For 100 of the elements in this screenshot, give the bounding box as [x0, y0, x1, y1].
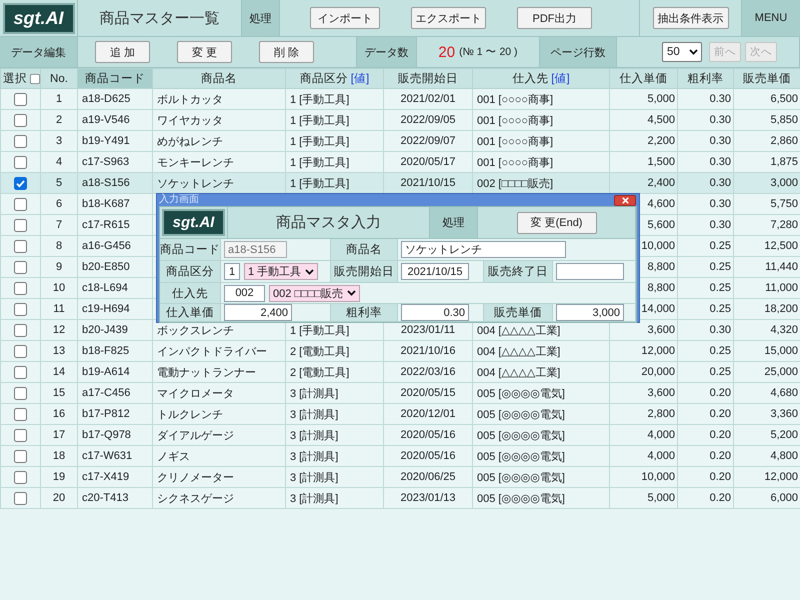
- row-checkbox[interactable]: [14, 428, 27, 442]
- table-cell: 0.30: [678, 194, 734, 214]
- table-cell: 002 [□□□□販売]: [472, 172, 610, 194]
- row-checkbox[interactable]: [14, 366, 27, 378]
- row-checkbox[interactable]: [14, 344, 27, 358]
- filter-button[interactable]: 抽出条件表示: [652, 7, 728, 29]
- table-cell: 2 [電動工具]: [286, 340, 384, 362]
- table-cell: 4,680: [734, 382, 800, 404]
- input-field[interactable]: ソケットレンチ: [401, 241, 566, 258]
- record-range: (№ 1 〜 20 ): [459, 45, 518, 59]
- table-cell: 10: [40, 278, 78, 298]
- input-field[interactable]: 3,000: [556, 304, 624, 321]
- input-field[interactable]: 2,400: [224, 304, 292, 321]
- row-checkbox[interactable]: [14, 198, 27, 210]
- row-checkbox[interactable]: [14, 240, 27, 252]
- table-cell: 8: [40, 236, 78, 256]
- input-field[interactable]: 0.30: [401, 304, 469, 321]
- field-label: 商品コード: [160, 239, 221, 261]
- row-checkbox[interactable]: [14, 218, 27, 232]
- row-checkbox[interactable]: [14, 324, 27, 336]
- table-cell: 001 [○○○○商事]: [472, 152, 610, 172]
- table-cell: 電動ナットランナー: [152, 362, 286, 382]
- select-all-checkbox[interactable]: [30, 74, 40, 84]
- row-checkbox[interactable]: [14, 408, 27, 420]
- close-button[interactable]: [614, 194, 636, 206]
- table-cell: 3 [計測具]: [286, 446, 384, 466]
- column-title: 商品区分: [300, 73, 348, 85]
- toolbar-button[interactable]: PDF出力: [517, 7, 592, 29]
- input-field[interactable]: 002: [224, 284, 265, 302]
- row-checkbox[interactable]: [14, 114, 27, 126]
- table-cell: 5,750: [734, 194, 800, 214]
- row-checkbox[interactable]: [14, 176, 27, 190]
- column-header[interactable]: 販売単価: [734, 68, 800, 88]
- row-checkbox[interactable]: [14, 386, 27, 400]
- input-field[interactable]: 1: [224, 263, 240, 280]
- edit-button[interactable]: 追 加: [95, 41, 150, 63]
- caret-icon: [305, 268, 314, 274]
- edit-button[interactable]: 削 除: [259, 41, 314, 63]
- table-cell: 12: [40, 320, 78, 340]
- section-label: 処理: [430, 207, 478, 238]
- table-cell: 12,000: [610, 340, 678, 362]
- table-cell: 3 [計測具]: [286, 404, 384, 424]
- field-label: 販売単価: [484, 304, 553, 322]
- column-header[interactable]: 商品名: [152, 68, 286, 88]
- table-cell: 2020/12/01: [384, 404, 472, 424]
- column-header[interactable]: 仕入単価: [610, 68, 678, 88]
- row-checkbox[interactable]: [14, 134, 27, 148]
- table-cell: 2: [40, 110, 78, 130]
- column-header[interactable]: 商品コード: [78, 68, 152, 88]
- submit-button[interactable]: 変 更(End): [516, 212, 596, 234]
- dialog-title: 入力画面: [159, 194, 199, 206]
- row-checkbox[interactable]: [14, 470, 27, 484]
- edit-button[interactable]: 変 更: [177, 41, 232, 63]
- row-checkbox[interactable]: [14, 282, 27, 294]
- table-cell: a17-C456: [78, 382, 152, 404]
- table-cell: 2,200: [610, 130, 678, 152]
- table-cell: 1 [手動工具]: [286, 152, 384, 172]
- input-field[interactable]: [556, 263, 624, 280]
- table-cell: 18,200: [734, 298, 800, 320]
- table-cell: 12,000: [734, 466, 800, 488]
- table-cell: 2020/05/16: [384, 446, 472, 466]
- table-cell: 005 [◎◎◎◎電気]: [472, 488, 610, 508]
- column-header[interactable]: 商品区分 [値]: [286, 68, 384, 88]
- column-header[interactable]: 仕入先 [値]: [472, 68, 610, 88]
- table-cell: 6: [40, 194, 78, 214]
- table-cell: 3 [計測具]: [286, 488, 384, 508]
- caret-icon: [689, 49, 698, 55]
- column-header[interactable]: 選択: [0, 68, 40, 88]
- app-logo: sgt.AI: [162, 209, 225, 236]
- table-cell: 5,850: [734, 110, 800, 130]
- column-header[interactable]: 販売開始日: [384, 68, 472, 88]
- value-link[interactable]: [値]: [350, 73, 370, 85]
- row-checkbox[interactable]: [14, 156, 27, 168]
- table-cell: 2,860: [734, 130, 800, 152]
- toolbar-button[interactable]: インポート: [310, 7, 380, 29]
- column-title: 選択: [3, 73, 27, 85]
- table-cell: クリノメーター: [152, 466, 286, 488]
- table-cell: 11,440: [734, 256, 800, 278]
- table-cell: インパクトドライバー: [152, 340, 286, 362]
- menu-button[interactable]: MENU: [742, 0, 800, 36]
- table-cell: c19-H694: [78, 298, 152, 320]
- select-field[interactable]: 1 手動工具: [244, 263, 318, 280]
- column-header[interactable]: No.: [40, 68, 78, 88]
- table-cell: 2021/02/01: [384, 88, 472, 110]
- row-checkbox[interactable]: [14, 450, 27, 462]
- table-cell: 19: [40, 466, 78, 488]
- value-link[interactable]: [値]: [551, 73, 570, 85]
- table-cell: 25,000: [734, 362, 800, 382]
- row-checkbox[interactable]: [14, 492, 27, 504]
- row-checkbox[interactable]: [14, 302, 27, 316]
- table-cell: シクネスゲージ: [152, 488, 286, 508]
- table-cell: 6,500: [734, 88, 800, 110]
- table-cell: 2022/09/05: [384, 110, 472, 130]
- row-checkbox[interactable]: [14, 260, 27, 274]
- column-header[interactable]: 粗利率: [678, 68, 734, 88]
- toolbar-button[interactable]: エクスポート: [411, 7, 486, 29]
- page-size-select[interactable]: 50: [662, 42, 702, 62]
- select-field[interactable]: 002 □□□□販売: [269, 284, 360, 302]
- row-checkbox[interactable]: [14, 92, 27, 106]
- input-field[interactable]: 2021/10/15: [401, 263, 469, 280]
